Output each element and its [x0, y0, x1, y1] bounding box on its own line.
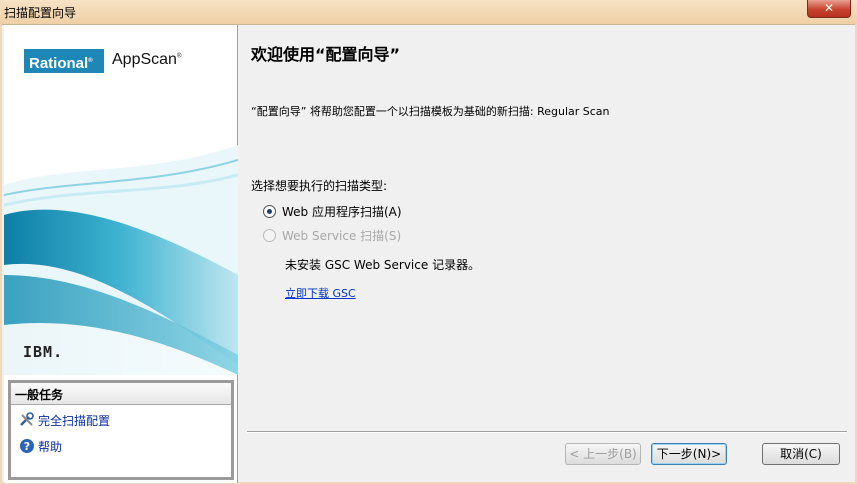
- back-button: < 上一步(B): [565, 443, 641, 465]
- help-icon: ?: [19, 438, 35, 454]
- window-title: 扫描配置向导: [4, 6, 77, 20]
- svg-text:?: ?: [24, 440, 30, 453]
- decorative-swoosh: [4, 145, 238, 375]
- rational-logo: Rational®: [24, 49, 104, 73]
- radio-web-app-scan[interactable]: Web 应用程序扫描(A): [263, 203, 402, 220]
- radio-button: [263, 229, 276, 242]
- scan-type-prompt: 选择想要执行的扫描类型:: [251, 179, 388, 193]
- radio-button[interactable]: [263, 205, 276, 218]
- task-full-scan-config[interactable]: 完全扫描配置: [11, 405, 231, 431]
- close-icon: ✕: [823, 1, 835, 15]
- task-help[interactable]: ? 帮助: [11, 431, 231, 457]
- wizard-content: 欢迎使用“配置向导” “配置向导” 将帮助您配置一个以扫描模板为基础的新扫描: …: [239, 25, 855, 483]
- wizard-frame: Rational® AppScan® IBM. 一般任务 完全扫描配置 ? 帮助…: [2, 24, 855, 483]
- tasks-header: 一般任务: [11, 383, 231, 405]
- task-label: 帮助: [38, 439, 63, 454]
- radio-label[interactable]: Web 应用程序扫描(A): [282, 203, 402, 220]
- branding-panel: Rational® AppScan® IBM. 一般任务 完全扫描配置 ? 帮助: [4, 25, 238, 483]
- radio-label: Web Service 扫描(S): [282, 229, 402, 243]
- page-title: 欢迎使用“配置向导”: [251, 45, 401, 64]
- cancel-button[interactable]: 取消(C): [762, 443, 840, 465]
- divider: [247, 431, 847, 433]
- close-button[interactable]: ✕: [807, 0, 851, 18]
- wizard-description: “配置向导” 将帮助您配置一个以扫描模板为基础的新扫描: Regular Sca…: [251, 105, 610, 118]
- ibm-logo: IBM.: [23, 343, 64, 361]
- gsc-not-installed-note: 未安装 GSC Web Service 记录器。: [285, 258, 481, 272]
- next-button[interactable]: 下一步(N)>: [651, 443, 727, 465]
- product-name: AppScan®: [112, 51, 182, 68]
- task-label: 完全扫描配置: [38, 413, 111, 428]
- title-bar: 扫描配置向导 ✕: [0, 0, 857, 24]
- radio-web-service-scan: Web Service 扫描(S): [263, 227, 401, 244]
- tools-icon: [19, 412, 35, 428]
- download-gsc-link[interactable]: 立即下载 GSC: [285, 285, 356, 301]
- common-tasks-panel: 一般任务 完全扫描配置 ? 帮助: [8, 380, 234, 480]
